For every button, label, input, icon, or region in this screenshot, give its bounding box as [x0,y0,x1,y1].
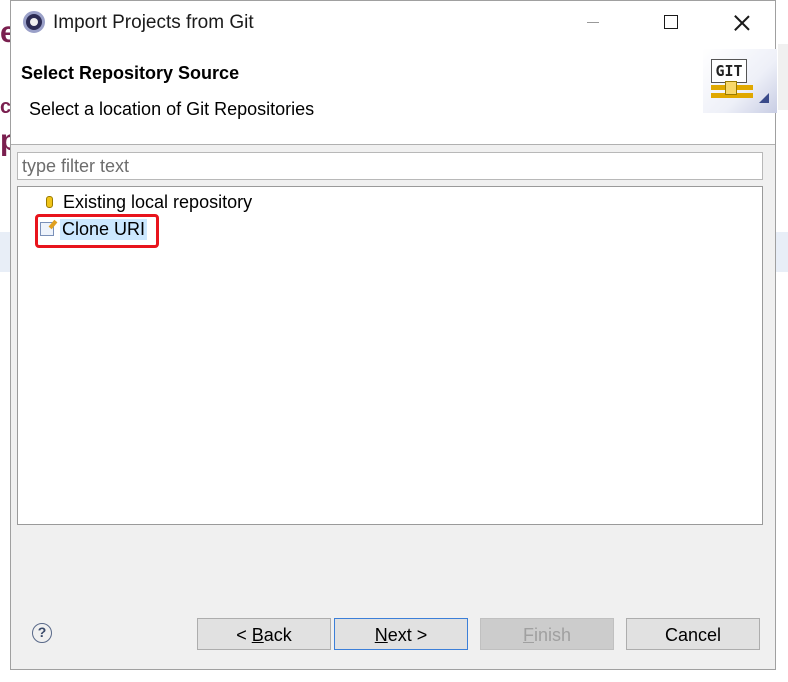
back-button[interactable]: < Back [197,618,331,650]
window-title: Import Projects from Git [53,12,254,33]
filter-input[interactable] [17,152,763,180]
tree-item-label: Existing local repository [63,191,253,212]
wizard-header: Select Repository Source Select a locati… [11,45,777,145]
title-bar[interactable]: Import Projects from Git [11,1,775,45]
tree-item-existing-local-repository[interactable]: Existing local repository [40,189,252,215]
maximize-button[interactable] [649,1,695,45]
background-app-fragment [778,44,788,110]
background-app-fragment: p [0,126,10,157]
repository-icon [46,196,53,208]
background-app-band [776,232,788,272]
highlight-annotation [35,214,159,248]
page-description: Select a location of Git Repositories [29,99,315,119]
page-title: Select Repository Source [21,63,240,83]
eclipse-icon [23,11,45,33]
help-icon[interactable]: ? [32,623,52,643]
git-logo-icon: GIT [703,49,777,113]
minimize-button[interactable] [571,1,617,45]
next-button[interactable]: Next > [334,618,468,650]
finish-button[interactable]: Finish [480,618,614,650]
background-app-fragment: e [0,18,10,49]
cancel-button[interactable]: Cancel [626,618,760,650]
background-app-fragment: c [0,96,10,116]
close-button[interactable] [719,1,765,45]
import-dialog: Import Projects from Git Select Reposito… [10,0,777,670]
git-logo-text: GIT [711,59,747,83]
